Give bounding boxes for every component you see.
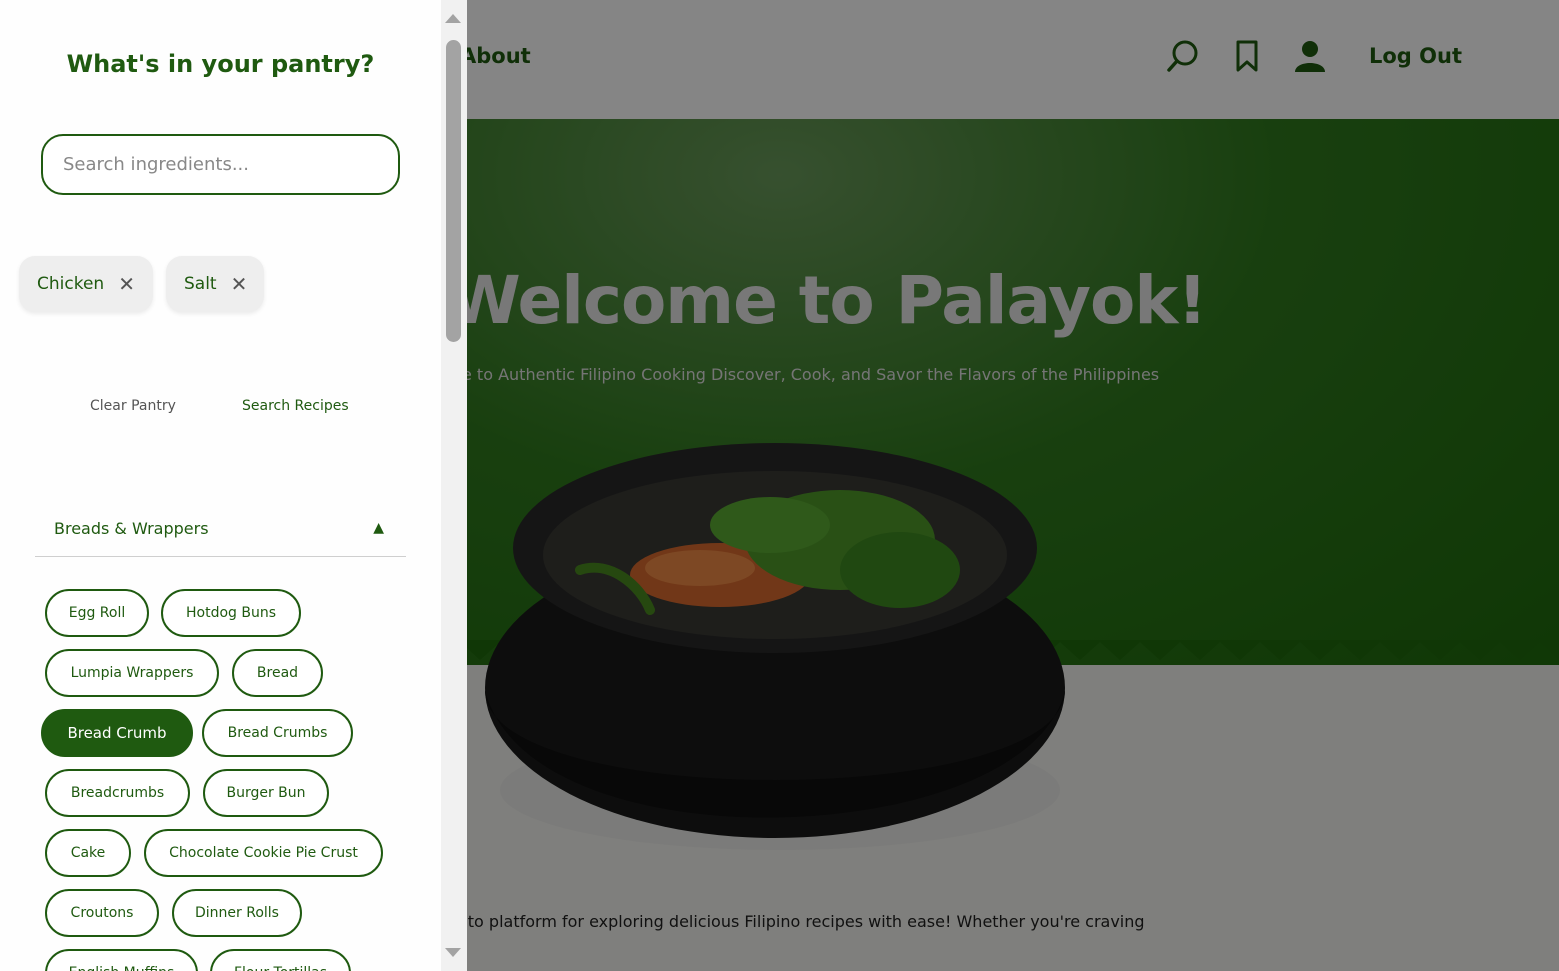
ingredient-pill[interactable]: Cake (45, 829, 131, 877)
ingredient-search-input[interactable] (41, 134, 400, 195)
clear-pantry-button[interactable]: Clear Pantry (90, 398, 176, 414)
ingredient-pill[interactable]: Chocolate Cookie Pie Crust (144, 829, 383, 877)
pantry-drawer: What's in your pantry? Chicken ✕ Salt ✕ … (0, 0, 467, 971)
ingredient-pill-selected[interactable]: Bread Crumb (41, 709, 193, 757)
ingredient-pill[interactable]: Egg Roll (45, 589, 149, 637)
pantry-title: What's in your pantry? (66, 50, 375, 78)
scroll-up-arrow-icon[interactable] (445, 14, 461, 23)
remove-icon[interactable]: ✕ (118, 274, 135, 294)
scroll-down-arrow-icon[interactable] (445, 948, 461, 957)
selected-ingredient-chip: Chicken ✕ (19, 256, 153, 312)
ingredient-pill[interactable]: Lumpia Wrappers (45, 649, 219, 697)
chip-label: Chicken (37, 274, 105, 294)
chip-label: Salt (184, 274, 217, 294)
ingredient-pill[interactable]: Hotdog Buns (161, 589, 301, 637)
category-label: Breads & Wrappers (54, 519, 209, 538)
ingredient-pill[interactable]: Bread (232, 649, 323, 697)
ingredient-pill[interactable]: English Muffins (45, 949, 198, 971)
search-recipes-button[interactable]: Search Recipes (242, 398, 349, 414)
collapse-arrow-icon: ▲ (373, 520, 384, 536)
ingredient-pill[interactable]: Bread Crumbs (202, 709, 353, 757)
scrollbar-thumb[interactable] (446, 40, 461, 342)
ingredient-pill[interactable]: Croutons (45, 889, 159, 937)
ingredient-pill[interactable]: Dinner Rolls (172, 889, 302, 937)
category-header[interactable]: Breads & Wrappers ▲ (35, 505, 406, 557)
ingredient-pill[interactable]: Breadcrumbs (45, 769, 190, 817)
ingredient-pill[interactable]: Burger Bun (203, 769, 329, 817)
selected-ingredient-chip: Salt ✕ (166, 256, 264, 312)
remove-icon[interactable]: ✕ (231, 274, 248, 294)
ingredient-pill[interactable]: Flour Tortillas (210, 949, 351, 971)
